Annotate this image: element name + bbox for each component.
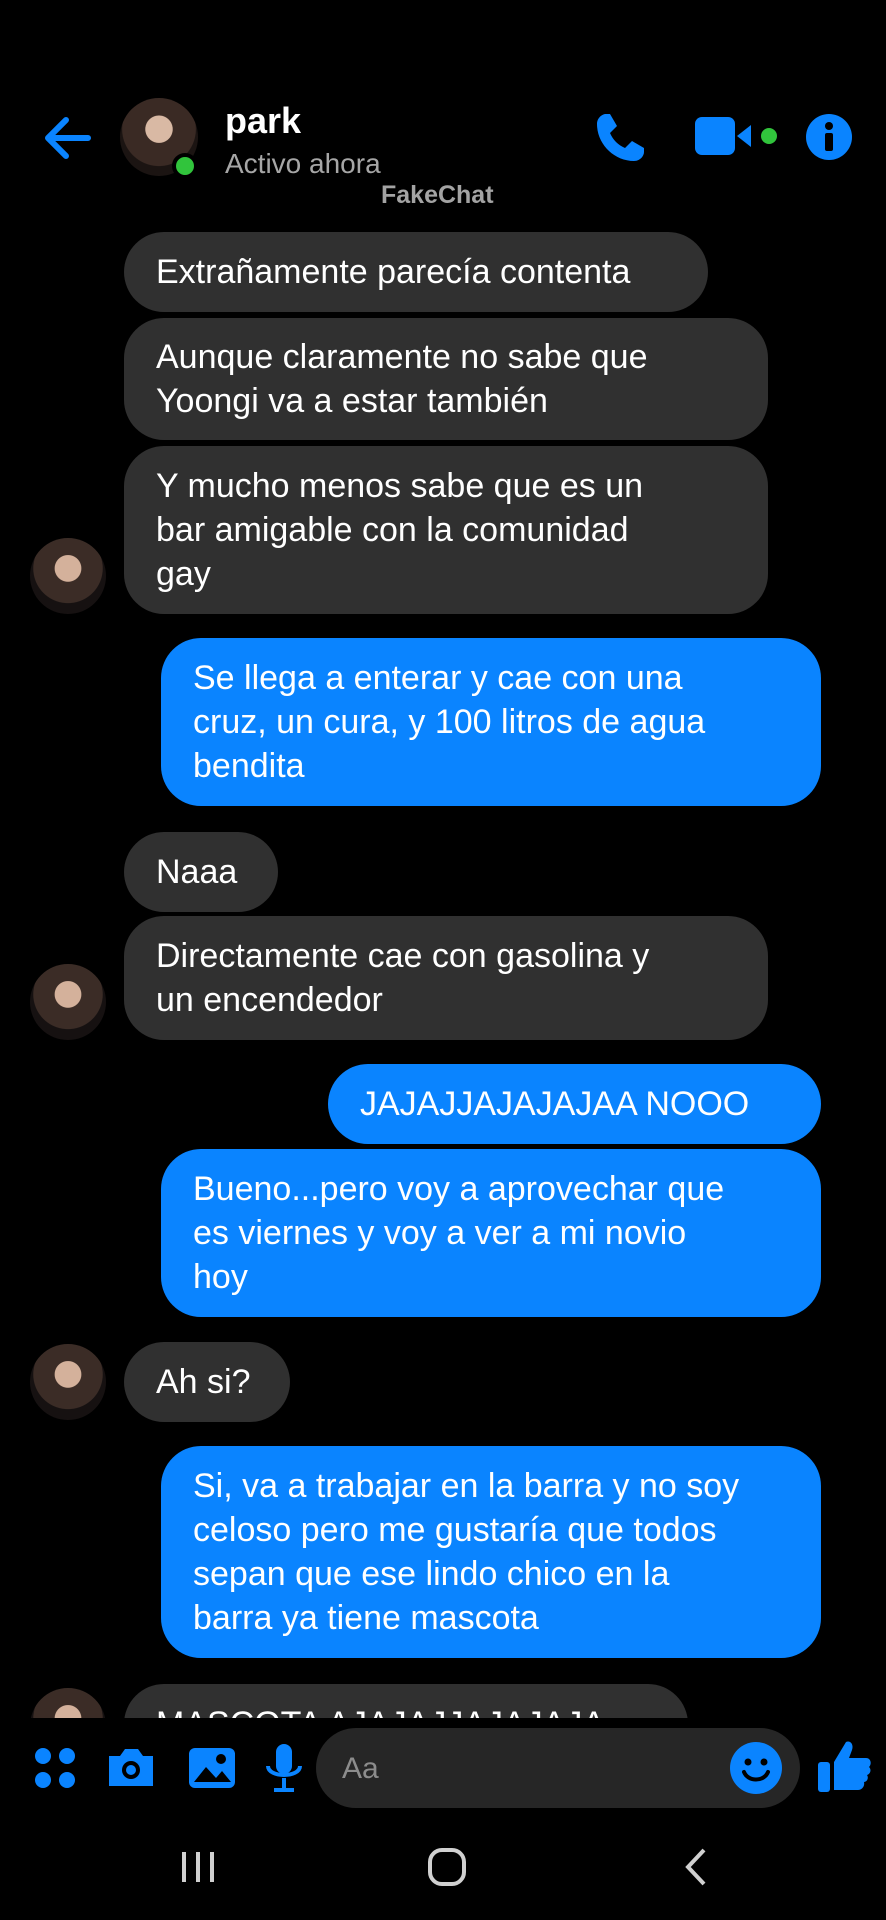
contact-name[interactable]: park	[225, 100, 301, 142]
message-text: Naaa	[156, 853, 238, 891]
menu-icon[interactable]	[30, 1740, 82, 1796]
message-bubble-incoming[interactable]: Aunque claramente no sabe que Yoongi va …	[124, 318, 768, 440]
contact-avatar[interactable]	[30, 538, 106, 614]
message-bubble-incoming[interactable]: Y mucho menos sabe que es un bar amigabl…	[124, 446, 768, 614]
message-bubble-incoming[interactable]: Ah si?	[124, 1342, 290, 1422]
online-indicator	[172, 153, 198, 179]
message-text: Directamente cae con gasolina y un encen…	[156, 937, 650, 1019]
message-bubble-incoming[interactable]: Naaa	[124, 832, 278, 912]
thumbs-up-icon[interactable]	[814, 1736, 874, 1796]
watermark-text: FakeChat	[381, 181, 494, 209]
message-text: Aunque claramente no sabe que Yoongi va …	[156, 338, 648, 420]
message-bubble-outgoing[interactable]: Si, va a trabajar en la barra y no soy c…	[161, 1446, 821, 1658]
message-bubble-incoming[interactable]: Extrañamente parecía contenta	[124, 232, 708, 312]
message-text: Bueno...pero voy a aprovechar que es vie…	[193, 1170, 725, 1296]
phone-call-icon[interactable]	[592, 110, 648, 166]
contact-avatar[interactable]	[30, 1344, 106, 1420]
message-text: Se llega a enterar y cae con una cruz, u…	[193, 659, 706, 785]
emoji-icon[interactable]	[728, 1740, 784, 1796]
message-bubble-outgoing[interactable]: Bueno...pero voy a aprovechar que es vie…	[161, 1149, 821, 1317]
message-input-placeholder: Aa	[342, 1752, 379, 1785]
contact-status: Activo ahora	[225, 148, 381, 179]
message-text: JAJAJJAJAJAJAA NOOO	[360, 1085, 750, 1123]
message-text: Extrañamente parecía contenta	[156, 253, 631, 291]
back-arrow-icon[interactable]	[38, 108, 98, 168]
video-call-icon[interactable]	[695, 115, 785, 159]
message-bubble-outgoing[interactable]: JAJAJJAJAJAJAA NOOO	[328, 1064, 821, 1144]
message-bubble-outgoing[interactable]: Se llega a enterar y cae con una cruz, u…	[161, 638, 821, 806]
info-icon[interactable]	[804, 112, 854, 162]
contact-avatar[interactable]	[30, 964, 106, 1040]
home-icon[interactable]	[426, 1846, 468, 1888]
back-nav-icon[interactable]	[680, 1846, 710, 1888]
recent-apps-icon[interactable]	[178, 1846, 218, 1888]
message-text: Y mucho menos sabe que es un bar amigabl…	[156, 467, 644, 593]
microphone-icon[interactable]	[258, 1740, 310, 1796]
message-text: Si, va a trabajar en la barra y no soy c…	[193, 1467, 740, 1637]
gallery-icon[interactable]	[186, 1740, 238, 1796]
camera-icon[interactable]	[105, 1740, 157, 1796]
message-bubble-incoming[interactable]: Directamente cae con gasolina y un encen…	[124, 916, 768, 1040]
message-text: Ah si?	[156, 1363, 251, 1401]
